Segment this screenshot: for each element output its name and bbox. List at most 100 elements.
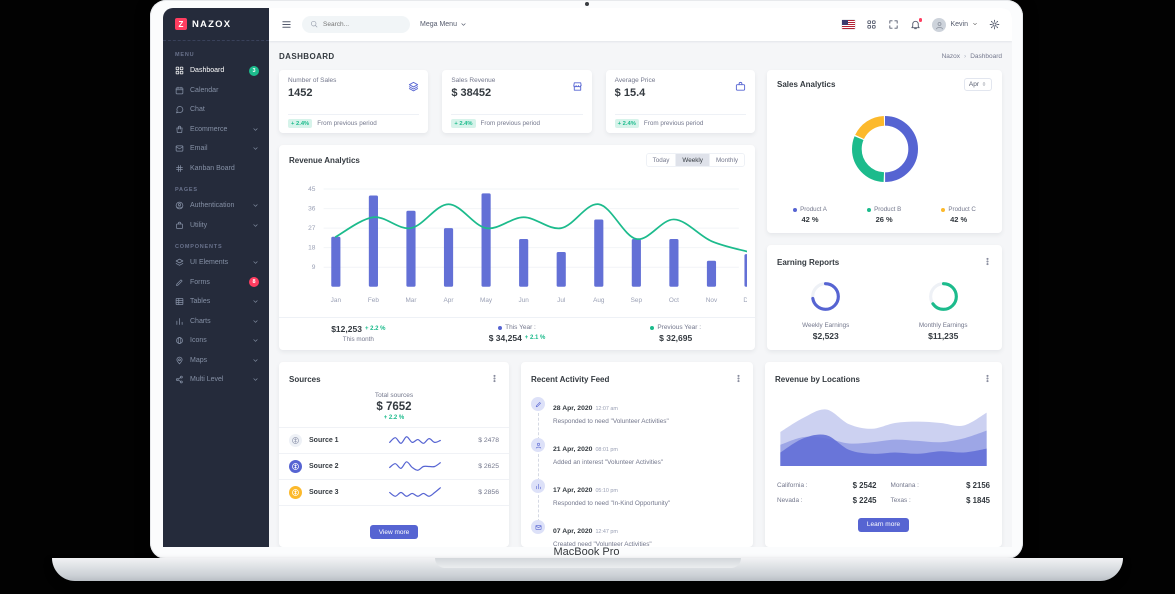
source-name: Source 3 (309, 489, 351, 496)
sidebar-item-calendar[interactable]: Calendar (163, 81, 269, 101)
search-icon (310, 16, 318, 34)
sources-total: Total sources $ 7652 + 2.2 % (279, 388, 509, 421)
breadcrumb-section-link[interactable]: Nazox (942, 53, 960, 60)
chevron-down-icon (252, 222, 259, 229)
revenue-locations-stats: California :$ 2542Montana :$ 2156Nevada … (765, 471, 1002, 508)
sidebar-item-label: Chat (190, 106, 205, 113)
stat-card-value: 1452 (288, 87, 419, 99)
earning-monthly-earnings: Monthly Earnings$11,235 (885, 280, 1003, 341)
activity-feed-title: Recent Activity Feed (531, 375, 609, 384)
location-stat-montana: Montana : $ 2156 (891, 478, 991, 493)
authentication-icon (175, 201, 184, 210)
apps-grid-button[interactable] (866, 19, 877, 30)
stat-card-label: Number of Sales (288, 77, 419, 84)
dashboard-icon (175, 66, 184, 75)
earning-label: Weekly Earnings (767, 322, 885, 329)
svg-text:Oct: Oct (669, 297, 679, 304)
month-select-value: Apr (969, 81, 979, 88)
brand-logo[interactable]: Z NAZOX (163, 8, 269, 41)
page-background: Z NAZOX MENUDashboard3CalendarChatEcomme… (0, 0, 1175, 594)
settings-gear-button[interactable] (989, 19, 1000, 30)
user-icon (535, 442, 542, 449)
calendar-icon (175, 86, 184, 95)
notifications-button[interactable] (910, 19, 921, 30)
activity-item: 21 Apr, 202008:01 pm Added an interest "V… (531, 438, 743, 479)
tab-today[interactable]: Today (647, 154, 677, 166)
learn-more-button[interactable]: Learn more (858, 518, 909, 532)
chevron-down-icon (252, 202, 259, 209)
svg-text:Apr: Apr (444, 297, 455, 304)
revenue-locations-menu-button[interactable] (983, 370, 992, 388)
sidebar-item-ecommerce[interactable]: Ecommerce (163, 120, 269, 140)
tables-icon (175, 297, 184, 306)
activity-item: 17 Apr, 202005:10 pmResponded to need "I… (531, 479, 743, 520)
stat-card-note: From previous period (317, 120, 377, 127)
sidebar-item-utility[interactable]: Utility (163, 216, 269, 236)
view-more-button[interactable]: View more (370, 525, 419, 539)
select-arrows-icon (981, 81, 987, 88)
sidebar-section-label: COMPONENTS (163, 235, 269, 253)
email-icon (175, 144, 184, 153)
kebab-icon (734, 374, 743, 383)
stat-card-note: From previous period (644, 120, 704, 127)
location-value: $ 2156 (966, 481, 990, 490)
search-box (302, 16, 410, 33)
user-icon (935, 21, 944, 30)
briefcase-icon (735, 81, 746, 92)
stat-cards-row: Number of Sales1452+ 2.4%From previous p… (279, 70, 755, 133)
svg-text:Aug: Aug (593, 297, 605, 304)
chevron-down-icon (252, 259, 259, 266)
sidebar-menu: MENUDashboard3CalendarChatEcommerceEmail… (163, 41, 269, 390)
fullscreen-button[interactable] (888, 19, 899, 30)
month-select[interactable]: Apr (964, 78, 992, 91)
activity-feed-menu-button[interactable] (734, 370, 743, 388)
sidebar-item-tables[interactable]: Tables (163, 292, 269, 312)
svg-text:36: 36 (308, 206, 316, 213)
sidebar-toggle-button[interactable] (281, 19, 292, 30)
sidebar-item-forms[interactable]: Forms8 (163, 273, 269, 293)
sidebar-item-label: Tables (190, 298, 210, 305)
sidebar-item-ui-elements[interactable]: UI Elements (163, 253, 269, 273)
svg-text:Jun: Jun (518, 297, 529, 304)
sidebar: Z NAZOX MENUDashboard3CalendarChatEcomme… (163, 8, 269, 547)
chevron-down-icon (252, 318, 259, 325)
sidebar-item-dashboard[interactable]: Dashboard3 (163, 61, 269, 81)
sidebar-item-authentication[interactable]: Authentication (163, 196, 269, 216)
language-flag-button[interactable] (842, 20, 855, 29)
kebab-icon (983, 257, 992, 266)
revenue-stat-previous-year: Previous Year :$ 32,695 (596, 324, 755, 343)
location-label: Nevada : (777, 497, 803, 504)
earning-value: $11,235 (885, 331, 1003, 341)
activity-text: Responded to need "In-Kind Opportunity" (553, 500, 670, 507)
sidebar-item-chat[interactable]: Chat (163, 100, 269, 120)
activity-text: Added an interest "Volunteer Activities" (553, 459, 663, 466)
search-input[interactable] (323, 21, 403, 28)
sidebar-item-charts[interactable]: Charts (163, 312, 269, 332)
search-icon (310, 20, 318, 28)
earning-reports-menu-button[interactable] (983, 253, 992, 271)
chevron-down-icon (460, 21, 467, 28)
kanban-icon (175, 164, 184, 173)
source-value: $ 2856 (478, 489, 499, 496)
store-icon (572, 81, 583, 92)
macbook-base (52, 558, 1123, 581)
brand-name: NAZOX (192, 19, 231, 30)
chevron-down-icon (252, 298, 259, 305)
macbook-camera (585, 2, 589, 6)
tab-weekly[interactable]: Weekly (676, 154, 710, 166)
sidebar-item-multi-level[interactable]: Multi Level (163, 370, 269, 390)
mega-menu-button[interactable]: Mega Menu (420, 21, 467, 28)
tab-monthly[interactable]: Monthly (710, 154, 744, 166)
sidebar-item-label: Forms (190, 279, 210, 286)
location-label: Montana : (891, 482, 919, 489)
kebab-icon (983, 374, 992, 383)
sidebar-item-icons[interactable]: Icons (163, 331, 269, 351)
sidebar-item-kanban-board[interactable]: Kanban Board (163, 159, 269, 179)
activity-date: 21 Apr, 202008:01 pm (553, 446, 618, 453)
user-menu-button[interactable]: Kevin (932, 16, 978, 34)
sidebar-item-email[interactable]: Email (163, 139, 269, 159)
sources-menu-button[interactable] (490, 370, 499, 388)
legend-product-b: Product B26 % (867, 206, 901, 224)
sidebar-item-maps[interactable]: Maps (163, 351, 269, 371)
fullscreen-icon (888, 19, 899, 30)
